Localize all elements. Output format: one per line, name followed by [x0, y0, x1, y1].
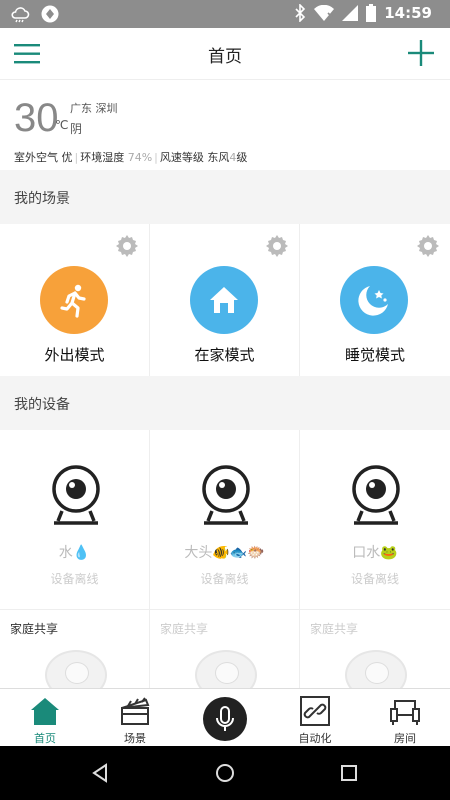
plus-icon[interactable]	[406, 38, 436, 68]
shared-device-card[interactable]: 家庭共享	[150, 610, 300, 688]
running-person-icon	[40, 266, 108, 334]
weather-panel[interactable]: 30 广东 深圳 ℃ 阴 室外空气 优 | 环境湿度 74% | 风速等级 东风4级	[0, 80, 450, 170]
bluetooth-icon	[295, 4, 306, 22]
wind-label: 风速等级	[159, 151, 204, 164]
status-bar: 14:59	[0, 0, 450, 28]
tab-label: 房间	[394, 732, 416, 745]
tab-automation[interactable]: 自动化	[280, 689, 350, 747]
clapperboard-icon	[121, 697, 150, 725]
scenes-section-header: 我的场景	[0, 170, 450, 224]
signal-icon	[342, 5, 359, 21]
smoke-detector-icon	[345, 650, 407, 688]
tab-rooms[interactable]: 房间	[370, 689, 440, 747]
device-card[interactable]: 大头🐠🐟🐡 设备离线	[150, 430, 300, 610]
bottom-tab-bar: 首页 场景 自动化 房间	[0, 688, 450, 746]
wifi-icon	[314, 5, 335, 21]
device-name: 水💧	[58, 545, 91, 561]
camera-icon	[352, 465, 400, 525]
microphone-icon	[216, 706, 234, 731]
cloud-icon	[11, 7, 30, 23]
wind-direction: 东风	[207, 151, 230, 164]
gateway-icon	[195, 650, 257, 688]
device-card[interactable]: 水💧 设备离线	[0, 430, 150, 610]
device-status: 设备离线	[200, 572, 249, 586]
scene-grid: 外出模式 在家模式 睡觉模式	[0, 224, 450, 376]
home-tab-icon	[31, 698, 59, 725]
moon-stars-icon	[340, 266, 408, 334]
temperature: 30	[14, 96, 59, 140]
app-header: 首页	[0, 28, 450, 80]
device-grid: 水💧 设备离线 大头🐠🐟🐡 设备离线 口水🐸 设备离线	[0, 430, 450, 610]
smoke-detector-icon	[45, 650, 107, 688]
gear-icon[interactable]	[115, 234, 139, 258]
device-name: 大头🐠🐟🐡	[184, 545, 265, 561]
environment-info: 室外空气 优 | 环境湿度 74% | 风速等级 东风4级	[14, 151, 248, 164]
device-status: 设备离线	[50, 572, 99, 586]
shared-label: 家庭共享	[160, 622, 209, 636]
gear-icon[interactable]	[265, 234, 289, 258]
section-title: 我的场景	[14, 191, 70, 207]
home-circle-icon[interactable]	[214, 762, 236, 784]
temperature-unit: ℃	[55, 118, 69, 132]
camera-icon	[52, 465, 100, 525]
device-card[interactable]: 口水🐸 设备离线	[300, 430, 450, 610]
link-icon	[300, 696, 330, 726]
scene-label: 在家模式	[194, 346, 255, 364]
weather-condition: 阴	[70, 122, 83, 136]
outdoor-air-value: 优	[61, 151, 73, 164]
shared-device-card[interactable]: 家庭共享	[300, 610, 450, 688]
tab-label: 场景	[124, 732, 146, 745]
camera-icon	[202, 465, 250, 525]
shared-label: 家庭共享	[310, 622, 359, 636]
home-icon	[190, 266, 258, 334]
tab-label: 自动化	[298, 732, 332, 745]
sofa-icon	[390, 700, 420, 725]
scene-label: 睡觉模式	[344, 346, 405, 364]
page-title: 首页	[208, 47, 242, 67]
humidity-value: 74%	[127, 151, 153, 164]
scene-card-home[interactable]: 在家模式	[150, 224, 300, 376]
scene-card-away[interactable]: 外出模式	[0, 224, 150, 376]
voice-button[interactable]	[203, 697, 247, 741]
tab-scenes[interactable]: 场景	[100, 689, 170, 747]
tab-label: 首页	[34, 732, 56, 745]
shared-label: 家庭共享	[10, 622, 59, 636]
tab-home[interactable]: 首页	[10, 689, 80, 747]
humidity-label: 环境湿度	[80, 151, 125, 164]
devices-section-header: 我的设备	[0, 376, 450, 430]
wind-unit: 级	[236, 151, 248, 164]
clock: 14:59	[384, 4, 432, 22]
shared-device-grid: 家庭共享 家庭共享 家庭共享	[0, 610, 450, 688]
recents-icon[interactable]	[338, 762, 360, 784]
shared-device-card[interactable]: 家庭共享	[0, 610, 150, 688]
outdoor-air-label: 室外空气	[14, 151, 58, 164]
scene-card-sleep[interactable]: 睡觉模式	[300, 224, 450, 376]
device-status: 设备离线	[350, 572, 399, 586]
back-icon[interactable]	[90, 762, 112, 784]
battery-icon	[366, 4, 377, 22]
location: 广东 深圳	[70, 102, 118, 115]
section-title: 我的设备	[14, 397, 70, 413]
system-nav-bar	[0, 746, 450, 800]
scene-label: 外出模式	[44, 346, 105, 364]
gear-icon[interactable]	[416, 234, 440, 258]
device-name: 口水🐸	[352, 545, 398, 561]
app-icon	[41, 5, 59, 23]
